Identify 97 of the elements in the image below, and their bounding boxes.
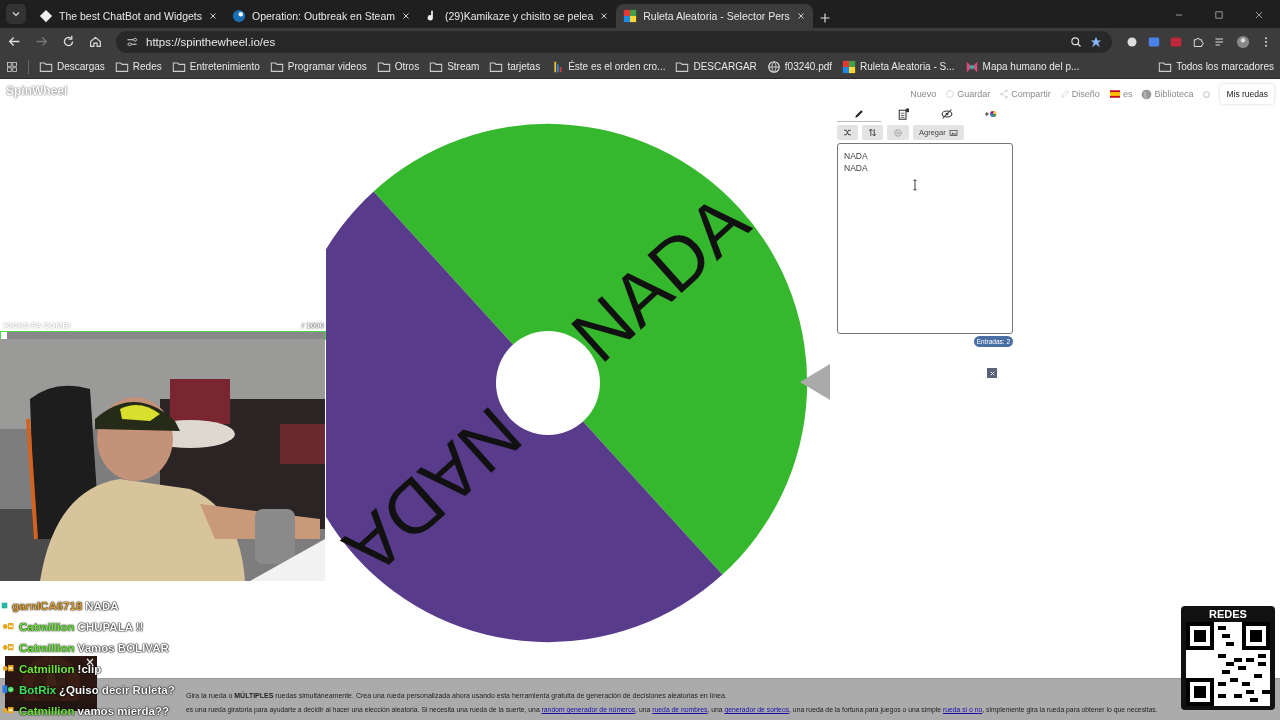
folder-icon — [376, 59, 391, 74]
site-settings-icon — [126, 35, 138, 48]
apps-grid-icon[interactable] — [6, 60, 18, 73]
translate-icon[interactable] — [1148, 35, 1160, 48]
folder-icon — [39, 59, 53, 74]
close-icon — [208, 11, 218, 21]
pencil-icon — [853, 107, 865, 120]
bookmark[interactable]: Éste es el orden cro... — [550, 59, 666, 74]
address-bar[interactable]: https://spinthewheel.io/es — [116, 30, 1112, 53]
color-grid-icon — [623, 9, 638, 23]
pointer-triangle — [800, 364, 830, 400]
flag-icon — [1108, 89, 1121, 99]
bookmark[interactable]: Programar videos — [269, 59, 367, 74]
close-icon — [599, 11, 610, 21]
reload-button[interactable] — [62, 35, 75, 48]
home-button[interactable] — [89, 35, 102, 48]
my-wheels-button[interactable]: Mis ruedas — [1220, 84, 1274, 104]
clipboard-icon — [897, 107, 909, 120]
nav-item[interactable]: Guardar — [945, 89, 991, 99]
shuffle-button[interactable] — [837, 125, 858, 140]
bookmark[interactable]: Otros — [376, 59, 420, 74]
image-icon — [948, 128, 958, 137]
color-grid-icon — [842, 59, 857, 74]
home-icon — [89, 35, 102, 48]
share-icon — [999, 89, 1010, 99]
chat-message: CHUPALA !! — [77, 620, 144, 633]
close-icon — [795, 11, 806, 21]
forward-arrow-icon — [35, 35, 48, 48]
bookmark[interactable]: Redes — [114, 59, 162, 74]
folder-icon — [114, 59, 129, 74]
crown-badge-icon — [0, 621, 16, 632]
nav-item[interactable]: es — [1108, 89, 1133, 99]
folder-icon — [171, 59, 186, 74]
back-arrow-icon — [8, 35, 21, 48]
bookmark[interactable]: f03240.pdf — [766, 59, 833, 74]
forward-button[interactable] — [35, 35, 48, 48]
folder-icon — [269, 59, 284, 74]
crown-badge-icon — [0, 663, 16, 674]
chat-username[interactable]: BotRix — [19, 683, 57, 696]
browser-tab[interactable]: Ruleta Aleatoria - Selector Pers — [616, 4, 813, 28]
folder-icon — [675, 59, 690, 74]
globe-icon — [1141, 88, 1153, 100]
bookmark[interactable]: Mapa humano del p... — [964, 59, 1080, 74]
back-button[interactable] — [8, 35, 21, 48]
goal-count: / 1000 — [301, 321, 324, 330]
nav-item[interactable]: Compartir — [999, 89, 1051, 99]
browser-tab[interactable]: (29)Kamikaze y chisito se pelea — [418, 4, 617, 28]
star-icon[interactable] — [1090, 35, 1102, 48]
bookmark[interactable]: Descargas — [39, 59, 105, 74]
close-icon — [988, 369, 996, 377]
folder-icon — [429, 59, 444, 74]
map-icon — [964, 59, 979, 74]
bookmark[interactable]: Ruleta Aleatoria - S... — [842, 59, 955, 74]
site-logo[interactable]: SpinWheel — [6, 84, 68, 98]
pencil-icon — [1059, 89, 1070, 99]
steam-icon — [232, 9, 246, 23]
maximize-icon[interactable] — [1214, 10, 1224, 20]
plus-icon — [818, 12, 831, 24]
bookmark[interactable]: DESCARGAR — [675, 59, 757, 74]
crown-badge-icon — [0, 642, 16, 653]
tab-search-button[interactable] — [6, 4, 26, 24]
bookmark[interactable]: Entretenimiento — [171, 59, 260, 74]
chat-message: Vamos BOLIVAR — [77, 641, 169, 654]
folder-icon — [489, 59, 504, 74]
chat-message: NADA — [85, 599, 119, 612]
sort-icon — [868, 128, 877, 137]
close-icon — [401, 11, 411, 21]
shuffle-icon — [843, 128, 852, 137]
extension-icon[interactable] — [1126, 35, 1138, 48]
sort-button[interactable] — [862, 125, 883, 140]
new-tab-button[interactable] — [818, 12, 831, 24]
browser-tab[interactable]: The best ChatBot and Widgets — [32, 4, 225, 28]
close-icon[interactable] — [1254, 10, 1264, 20]
chat-message: vamos mierda?? — [77, 704, 169, 717]
entries-field[interactable]: NADA NADA — [837, 143, 1013, 334]
text-cursor-icon — [911, 179, 919, 191]
browser-tab[interactable]: Operation: Outbreak en Steam — [225, 4, 418, 28]
crown-badge-icon — [0, 705, 16, 716]
check-badge-icon — [0, 684, 16, 695]
eye-slash-icon — [941, 107, 953, 120]
bookmark-folder[interactable]: Todos los marcadores — [1158, 59, 1274, 74]
profile-icon[interactable] — [1236, 34, 1250, 49]
folder-icon — [1158, 59, 1173, 74]
close-button[interactable] — [987, 368, 997, 378]
reload-icon — [62, 35, 75, 48]
globe-icon — [766, 59, 781, 74]
bookmark[interactable]: tarjetas — [489, 59, 541, 74]
puzzle-icon[interactable] — [1192, 35, 1204, 48]
playlist-icon[interactable] — [1214, 35, 1226, 48]
nav-item[interactable]: Nuevo — [910, 89, 937, 99]
nav-item[interactable]: Diseño — [1059, 89, 1100, 99]
nav-item[interactable]: Biblioteca — [1141, 88, 1194, 100]
bookmark[interactable]: Stream — [429, 59, 480, 74]
zoom-icon[interactable] — [1070, 35, 1082, 48]
diamond-icon — [39, 9, 53, 23]
badge-icon — [0, 600, 9, 611]
qr-label: REDES — [1209, 608, 1247, 620]
